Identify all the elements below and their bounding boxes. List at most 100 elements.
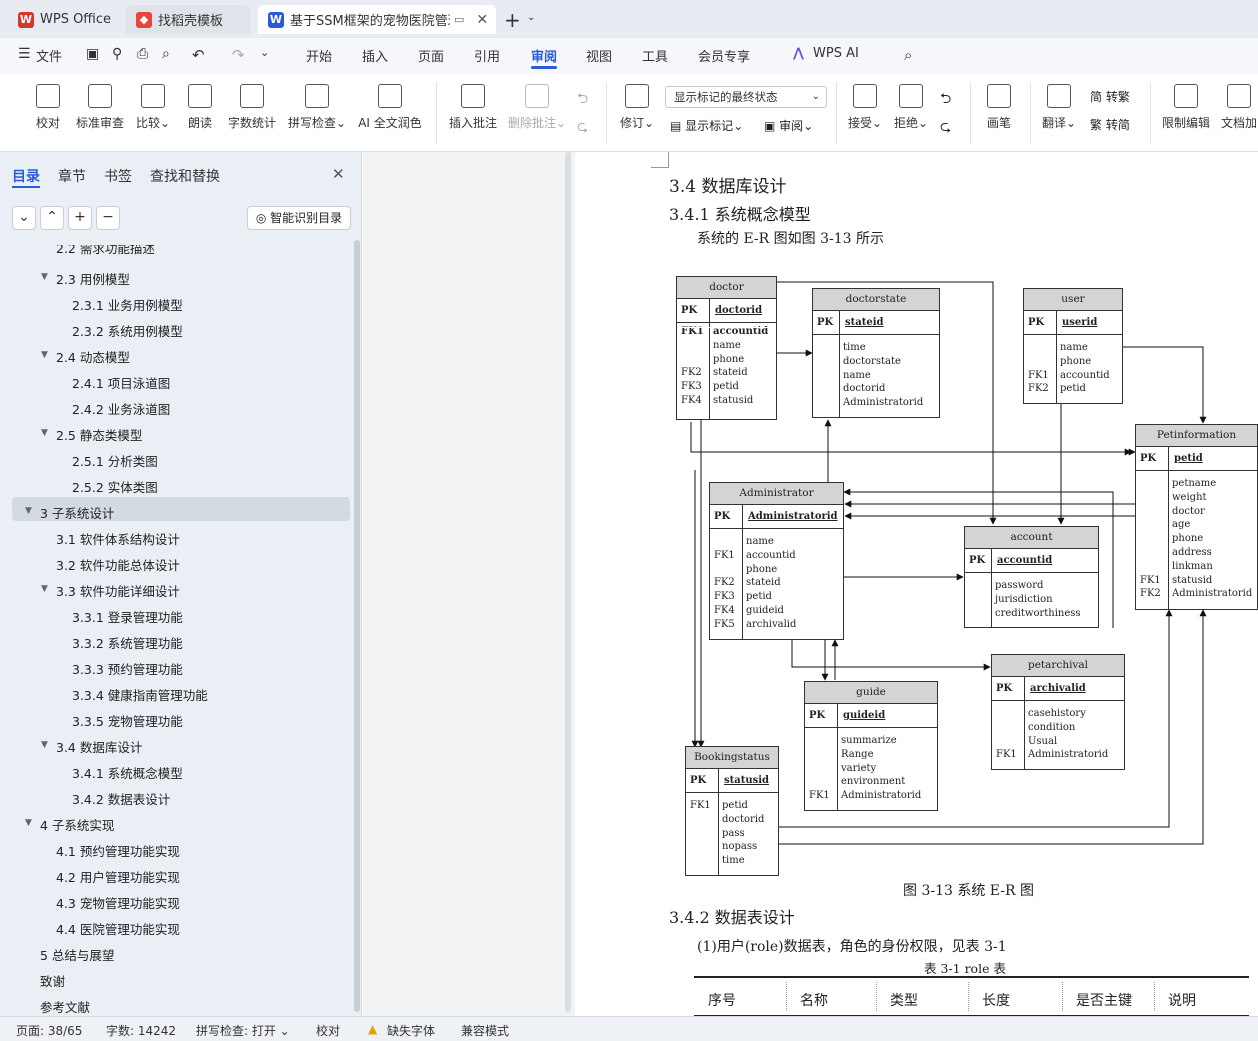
reject-button[interactable]: 拒绝⌄ — [892, 80, 930, 148]
redo-icon[interactable]: ↷ — [232, 46, 245, 64]
toc-item[interactable]: 4.1 预约管理功能实现 — [56, 841, 180, 860]
next-comment-icon[interactable]: ⮎ — [577, 116, 588, 140]
menu-page[interactable]: 页面 — [418, 46, 444, 65]
menu-wps-ai[interactable]: WPS AI — [813, 46, 859, 61]
toc-item[interactable]: 3.3.4 健康指南管理功能 — [72, 685, 208, 704]
review-pane-button[interactable]: ▣ 审阅⌄ — [764, 117, 813, 134]
tab-document[interactable]: W 基于SSM框架的宠物医院管理 ▭ ✕ — [258, 5, 496, 34]
toc-item[interactable]: 参考文献 — [40, 997, 90, 1016]
show-marks-button[interactable]: ▤ 显示标记⌄ — [670, 117, 743, 134]
proofread-button[interactable]: 校对 — [30, 80, 66, 148]
toc-item[interactable]: 2.5.2 实体类图 — [72, 477, 158, 496]
menu-home[interactable]: 开始 — [306, 46, 332, 65]
monitor-icon[interactable]: ▭ — [454, 13, 464, 26]
menu-insert[interactable]: 插入 — [362, 46, 388, 65]
toc-expand-toggle-icon[interactable]: ▼ — [41, 740, 48, 750]
tab-wps-office[interactable]: W WPS Office — [8, 5, 118, 34]
translate-button[interactable]: 翻译⌄ — [1040, 80, 1078, 148]
spell-check-button[interactable]: 拼写检查⌄ — [287, 80, 347, 148]
tab-docer-templates[interactable]: ◆ 找稻壳模板 — [126, 5, 250, 34]
close-tab-icon[interactable]: ✕ — [476, 12, 488, 28]
page-scrollbar[interactable] — [565, 152, 571, 1012]
menu-view[interactable]: 视图 — [586, 46, 612, 65]
nav-tab-chapter[interactable]: 章节 — [58, 166, 86, 186]
std-review-button[interactable]: 标准审查 — [74, 80, 126, 148]
close-pane-icon[interactable]: ✕ — [332, 165, 345, 183]
toc-item[interactable]: 2.5 静态类模型 — [56, 425, 142, 444]
nav-tab-find-replace[interactable]: 查找和替换 — [150, 166, 220, 186]
toc-item[interactable]: 4.4 医院管理功能实现 — [56, 919, 180, 938]
undo-icon[interactable]: ↶ — [192, 46, 205, 64]
toc-item[interactable]: 2.3.2 系统用例模型 — [72, 321, 183, 340]
track-changes-button[interactable]: 修订⌄ — [618, 80, 656, 148]
spell-check-status[interactable]: 拼写检查: 打开 ⌄ — [196, 1022, 290, 1039]
toc-expand-toggle-icon[interactable]: ▼ — [25, 506, 32, 516]
toc-item[interactable]: 4.2 用户管理功能实现 — [56, 867, 180, 886]
toc-item[interactable]: 2.4.2 业务泳道图 — [72, 399, 170, 418]
toc-item[interactable]: 3 子系统设计 — [40, 503, 114, 522]
link-icon[interactable]: ⚲ — [112, 46, 122, 62]
toc-item[interactable]: 2.4.1 项目泳道图 — [72, 373, 170, 392]
toc-expand-toggle-icon[interactable]: ▼ — [41, 428, 48, 438]
toc-item[interactable]: 5 总结与展望 — [40, 945, 114, 964]
toc-item[interactable]: 4.3 宠物管理功能实现 — [56, 893, 180, 912]
menu-reference[interactable]: 引用 — [474, 46, 500, 65]
next-change-icon[interactable]: ⮎ — [940, 116, 951, 140]
missing-font-status[interactable]: 缺失字体 — [387, 1022, 435, 1039]
toc-item[interactable]: 3.4.2 数据表设计 — [72, 789, 170, 808]
toc-expand-toggle-icon[interactable]: ▼ — [41, 584, 48, 594]
toc-item[interactable]: 致谢 — [40, 971, 65, 990]
toc-item[interactable]: 2.3.1 业务用例模型 — [72, 295, 183, 314]
expand-down-icon[interactable]: ⌄ — [12, 206, 36, 230]
toc-item[interactable]: 3.4 数据库设计 — [56, 737, 142, 756]
search-icon[interactable]: ⌕ — [904, 46, 912, 64]
restrict-edit-button[interactable]: 限制编辑 — [1160, 80, 1212, 148]
proofread-status[interactable]: 校对 — [316, 1022, 340, 1039]
to-traditional-button[interactable]: 简 转繁 — [1090, 88, 1130, 105]
toc-item[interactable]: 2.3 用例模型 — [56, 269, 130, 288]
prev-change-icon[interactable]: ⮌ — [940, 88, 951, 112]
page-count[interactable]: 页面: 38/65 — [16, 1022, 82, 1039]
toc-item[interactable]: 3.1 软件体系结构设计 — [56, 529, 180, 548]
print-preview-icon[interactable]: ⌕ — [162, 46, 170, 62]
ai-polish-button[interactable]: AI 全文润色 — [356, 80, 424, 148]
doc-encrypt-button[interactable]: 文档加 — [1220, 80, 1258, 148]
compare-button[interactable]: 比较⌄ — [134, 80, 172, 148]
toc-item[interactable]: 3.2 软件功能总体设计 — [56, 555, 180, 574]
word-count[interactable]: 字数: 14242 — [106, 1022, 176, 1039]
menu-member[interactable]: 会员专享 — [698, 46, 750, 65]
new-tab-icon[interactable]: + — [504, 8, 521, 32]
pen-button[interactable]: 画笔 — [982, 80, 1016, 148]
toc-item[interactable]: 3.4.1 系统概念模型 — [72, 763, 183, 782]
menu-file[interactable]: 文件 — [36, 46, 62, 65]
more-chevron-icon[interactable]: ⌄ — [260, 46, 269, 59]
toc-item[interactable]: 2.4 动态模型 — [56, 347, 130, 366]
delete-comment-button[interactable]: 删除批注⌄ — [507, 80, 567, 148]
word-count-button[interactable]: 字数统计 — [226, 80, 278, 148]
to-simplified-button[interactable]: 繁 转简 — [1090, 116, 1130, 133]
insert-comment-button[interactable]: 插入批注 — [447, 80, 499, 148]
toc-item[interactable]: 3.3.3 预约管理功能 — [72, 659, 183, 678]
smart-toc-button[interactable]: ◎ 智能识别目录 — [247, 206, 351, 230]
accept-button[interactable]: 接受⌄ — [846, 80, 884, 148]
menu-tools[interactable]: 工具 — [642, 46, 668, 65]
collapse-up-icon[interactable]: ⌃ — [40, 206, 64, 230]
toc-item[interactable]: 4 子系统实现 — [40, 815, 114, 834]
menu-review[interactable]: 审阅 — [531, 46, 557, 65]
read-aloud-button[interactable]: 朗读 — [184, 80, 216, 148]
hamburger-icon[interactable]: ☰ — [18, 46, 31, 62]
toc-item[interactable]: 2.2 需求功能描述 — [56, 245, 155, 257]
tab-list-chevron-icon[interactable]: ⌄ — [527, 12, 535, 23]
toc-item[interactable]: 3.3.1 登录管理功能 — [72, 607, 183, 626]
toc-item[interactable]: 2.5.1 分析类图 — [72, 451, 158, 470]
print-icon[interactable]: ⎙ — [137, 46, 148, 62]
prev-comment-icon[interactable]: ⮌ — [577, 88, 588, 112]
toc-item[interactable]: 3.3.2 系统管理功能 — [72, 633, 183, 652]
remove-heading-icon[interactable]: − — [96, 206, 120, 230]
toc-item[interactable]: 3.3.5 宠物管理功能 — [72, 711, 183, 730]
toc-expand-toggle-icon[interactable]: ▼ — [25, 818, 32, 828]
toc-expand-toggle-icon[interactable]: ▼ — [41, 350, 48, 360]
show-mode-select[interactable]: 显示标记的最终状态 ⌄ — [665, 86, 827, 108]
save-icon[interactable]: ▣ — [86, 46, 99, 62]
nav-tab-toc[interactable]: 目录 — [12, 166, 40, 186]
